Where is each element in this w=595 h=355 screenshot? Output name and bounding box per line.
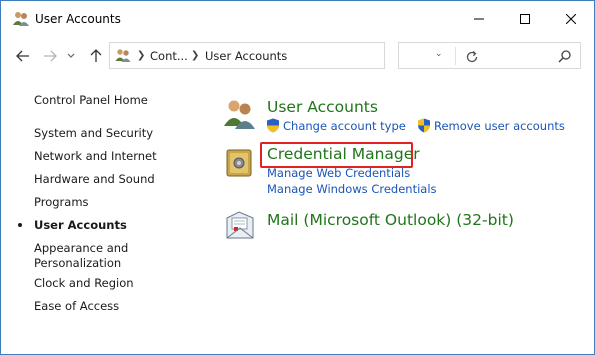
close-icon xyxy=(566,14,576,24)
manage-windows-credentials-link[interactable]: Manage Windows Credentials xyxy=(267,182,437,196)
navigation-bar: ❯ Cont... ❯ User Accounts ⌄ xyxy=(1,39,594,73)
users-app-icon xyxy=(13,12,29,26)
breadcrumb-separator-icon: ❯ xyxy=(191,50,200,61)
search-icon xyxy=(558,50,571,63)
arrow-up-icon xyxy=(90,49,102,62)
sidebar-item-appearance-personalization[interactable]: Appearance and Personalization xyxy=(34,241,128,271)
window-title: User Accounts xyxy=(35,12,121,26)
minimize-button[interactable] xyxy=(456,1,502,37)
uac-shield-icon xyxy=(418,118,430,133)
back-button[interactable] xyxy=(14,47,32,65)
category-user-accounts[interactable]: User Accounts xyxy=(267,98,378,116)
forward-button[interactable] xyxy=(41,47,59,65)
users-icon xyxy=(224,100,255,129)
current-item-bullet-icon xyxy=(18,223,22,227)
maximize-icon xyxy=(520,14,530,24)
sidebar-item-ease-of-access[interactable]: Ease of Access xyxy=(34,299,119,314)
breadcrumb-user-accounts[interactable]: User Accounts xyxy=(205,49,287,63)
breadcrumb-control-panel[interactable]: Cont... xyxy=(150,49,188,63)
up-button[interactable] xyxy=(87,47,105,65)
user-accounts-window: User Accounts ❯ Cont... ❯ User Accounts … xyxy=(0,0,595,355)
sidebar-item-hardware-sound[interactable]: Hardware and Sound xyxy=(34,172,155,187)
maximize-button[interactable] xyxy=(502,1,548,37)
sidebar-item-network-internet[interactable]: Network and Internet xyxy=(34,149,157,164)
control-panel-home-link[interactable]: Control Panel Home xyxy=(34,93,148,108)
vault-icon xyxy=(226,149,252,177)
breadcrumb-separator-icon: ❯ xyxy=(137,50,146,61)
arrow-left-icon xyxy=(16,50,29,62)
sidebar-item-programs[interactable]: Programs xyxy=(34,195,89,210)
users-icon xyxy=(115,49,131,62)
mail-icon xyxy=(226,211,254,239)
manage-web-credentials-link[interactable]: Manage Web Credentials xyxy=(267,166,410,180)
search-box[interactable] xyxy=(398,42,581,69)
remove-user-accounts-link[interactable]: Remove user accounts xyxy=(434,119,565,133)
arrow-right-icon xyxy=(44,50,57,62)
change-account-type-link[interactable]: Change account type xyxy=(283,119,406,133)
close-button[interactable] xyxy=(548,1,594,37)
title-bar: User Accounts xyxy=(1,1,594,37)
sidebar-item-user-accounts[interactable]: User Accounts xyxy=(34,218,127,233)
sidebar-item-clock-region[interactable]: Clock and Region xyxy=(34,276,134,291)
chevron-down-icon xyxy=(67,53,75,58)
recent-locations-button[interactable] xyxy=(64,47,78,65)
credential-manager-highlight xyxy=(260,142,413,168)
minimize-icon xyxy=(474,18,484,20)
address-bar[interactable]: ❯ Cont... ❯ User Accounts ⌄ xyxy=(109,42,478,69)
uac-shield-icon xyxy=(267,118,279,133)
category-mail-outlook[interactable]: Mail (Microsoft Outlook) (32-bit) xyxy=(267,211,514,229)
sidebar-item-system-security[interactable]: System and Security xyxy=(34,126,153,141)
